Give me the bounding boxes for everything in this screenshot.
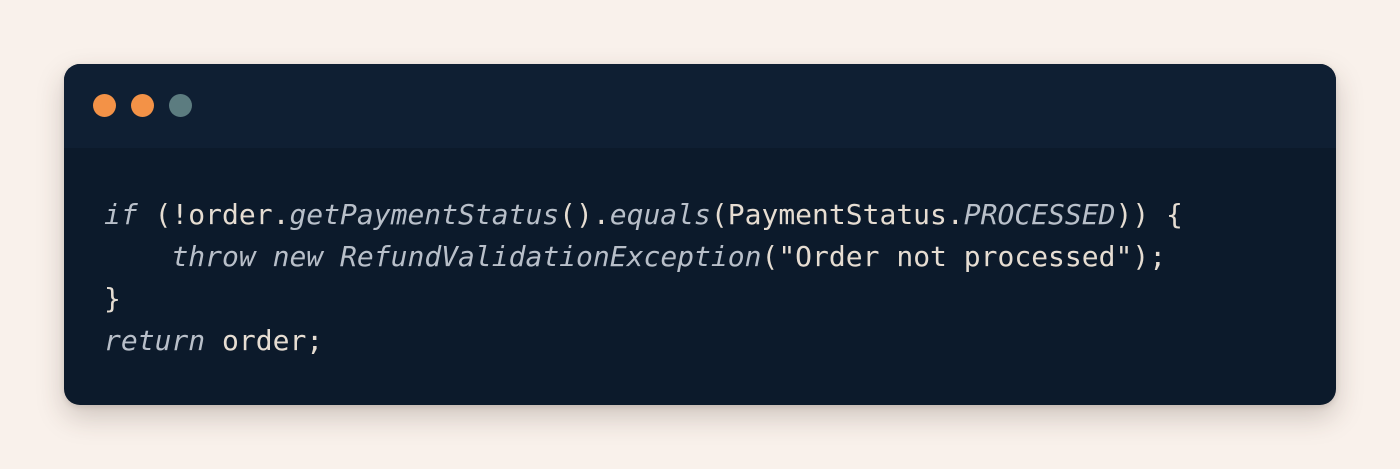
- close-dot-icon[interactable]: [93, 94, 116, 117]
- code-line-3: }: [104, 278, 1183, 320]
- code-token: (: [761, 240, 779, 273]
- string-literal: "Order not processed": [778, 240, 1133, 273]
- keyword-throw: throw: [171, 240, 256, 273]
- code-block: if (!order.getPaymentStatus().equals(Pay…: [104, 194, 1183, 362]
- code-window: if (!order.getPaymentStatus().equals(Pay…: [64, 64, 1336, 405]
- window-titlebar: [64, 64, 1336, 148]
- minimize-dot-icon[interactable]: [131, 94, 154, 117]
- code-token: (PaymentStatus.: [710, 198, 964, 231]
- code-token: order;: [205, 324, 324, 357]
- method-equals: equals: [609, 198, 711, 231]
- code-line-4: return order;: [104, 320, 1183, 362]
- keyword-if: if: [104, 198, 138, 231]
- code-line-2: throw new RefundValidationException("Ord…: [104, 236, 1183, 278]
- code-line-1: if (!order.getPaymentStatus().equals(Pay…: [104, 194, 1183, 236]
- code-token: );: [1132, 240, 1167, 273]
- maximize-dot-icon[interactable]: [169, 94, 192, 117]
- code-token: (!order.: [137, 198, 290, 231]
- code-token: )) {: [1115, 198, 1183, 231]
- keyword-return: return: [104, 324, 206, 357]
- keyword-new: new: [272, 240, 324, 273]
- constant-processed: PROCESSED: [963, 198, 1116, 231]
- code-token: ().: [559, 198, 610, 231]
- method-get-payment-status: getPaymentStatus: [289, 198, 560, 231]
- code-token: }: [104, 282, 121, 315]
- class-refund-validation-exception: RefundValidationException: [340, 240, 762, 273]
